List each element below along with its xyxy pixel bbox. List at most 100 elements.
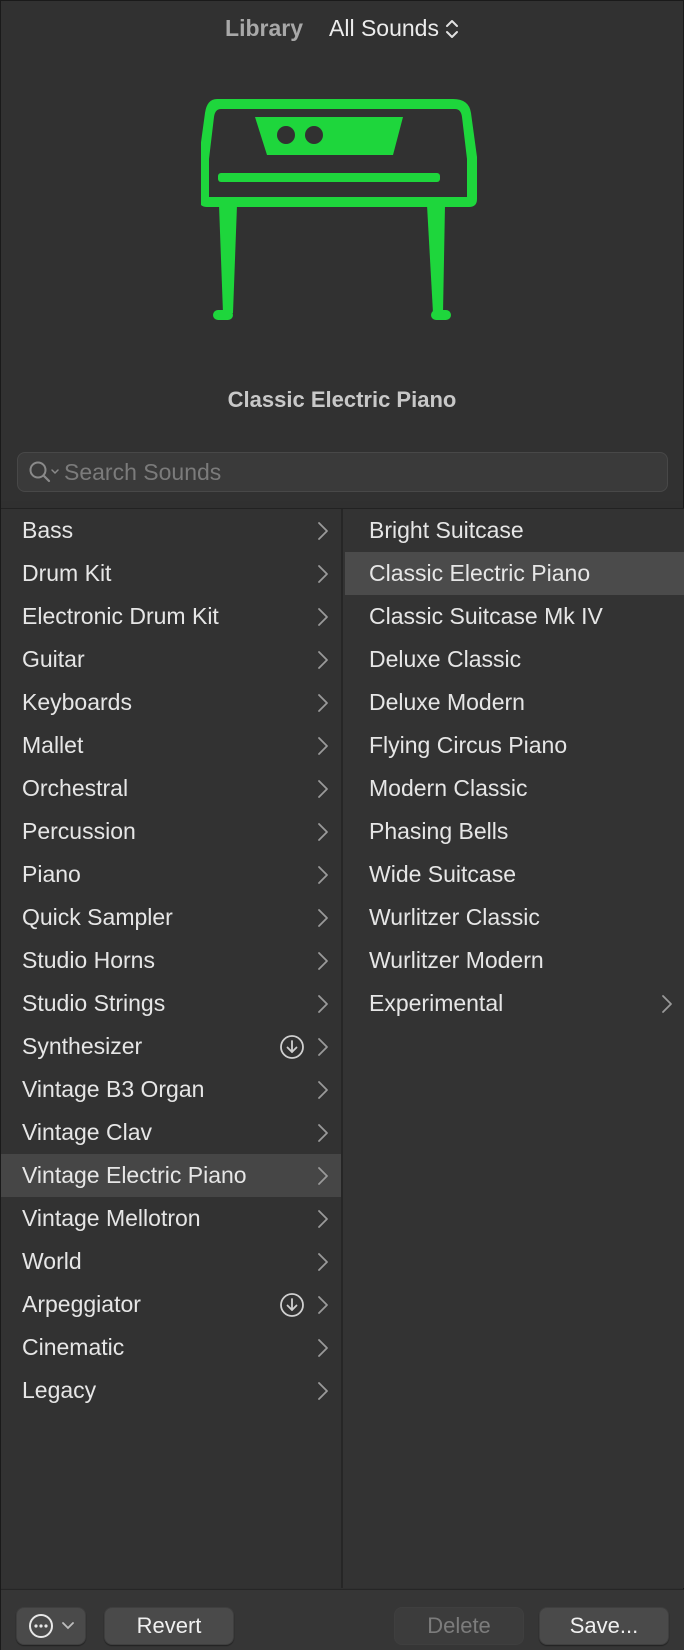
- patch-item[interactable]: Bright Suitcase: [345, 509, 684, 552]
- category-item[interactable]: World: [1, 1240, 341, 1283]
- download-icon[interactable]: [279, 1292, 305, 1318]
- search-menu-button[interactable]: [28, 460, 64, 484]
- chevron-right-icon: [318, 780, 328, 798]
- patch-label: Wurlitzer Modern: [369, 947, 544, 973]
- category-item[interactable]: Vintage Clav: [1, 1111, 341, 1154]
- current-patch-name: Classic Electric Piano: [227, 387, 457, 412]
- category-item[interactable]: Studio Horns: [1, 939, 341, 982]
- patch-item[interactable]: Deluxe Classic: [345, 638, 684, 681]
- category-item[interactable]: Piano: [1, 853, 341, 896]
- category-label: Vintage B3 Organ: [22, 1076, 205, 1102]
- category-label: Piano: [22, 861, 81, 887]
- category-label: Vintage Clav: [22, 1119, 152, 1145]
- patch-label: Bright Suitcase: [369, 517, 524, 543]
- download-icon[interactable]: [279, 1034, 305, 1060]
- patch-folder-item[interactable]: Experimental: [345, 982, 684, 1025]
- search-icon: [29, 461, 59, 483]
- chevron-right-icon: [318, 1210, 328, 1228]
- patch-label: Deluxe Classic: [369, 646, 522, 672]
- title-row: Library All Sounds: [1, 15, 683, 42]
- category-item[interactable]: Mallet: [1, 724, 341, 767]
- category-item[interactable]: Vintage Mellotron: [1, 1197, 341, 1240]
- patch-item[interactable]: Flying Circus Piano: [345, 724, 684, 767]
- chevron-right-icon: [318, 694, 328, 712]
- category-label: Quick Sampler: [22, 904, 173, 930]
- category-label: Vintage Mellotron: [22, 1205, 201, 1231]
- patch-label: Phasing Bells: [369, 818, 509, 844]
- category-item[interactable]: Guitar: [1, 638, 341, 681]
- patch-item[interactable]: Wurlitzer Classic: [345, 896, 684, 939]
- patch-label: Classic Electric Piano: [369, 560, 591, 586]
- sound-browser: Bass Drum Kit Electronic Drum Kit Guitar Key…: [1, 508, 684, 1588]
- chevron-right-icon: [318, 1167, 328, 1185]
- save-button[interactable]: Save...: [539, 1607, 669, 1645]
- category-label: Legacy: [22, 1377, 97, 1403]
- patch-label: Wide Suitcase: [369, 861, 517, 887]
- chevron-right-icon: [318, 823, 328, 841]
- delete-button[interactable]: Delete: [394, 1607, 524, 1645]
- category-item[interactable]: Drum Kit: [1, 552, 341, 595]
- patch-item[interactable]: Modern Classic: [345, 767, 684, 810]
- patch-item[interactable]: Wurlitzer Modern: [345, 939, 684, 982]
- category-label: Synthesizer: [22, 1033, 143, 1059]
- sounds-filter-select[interactable]: All Sounds: [329, 15, 459, 42]
- patch-item[interactable]: Phasing Bells: [345, 810, 684, 853]
- category-label: Drum Kit: [22, 560, 112, 586]
- category-label: Electronic Drum Kit: [22, 603, 219, 629]
- category-item[interactable]: Synthesizer: [1, 1025, 341, 1068]
- category-item[interactable]: Legacy: [1, 1369, 341, 1412]
- category-item[interactable]: Electronic Drum Kit: [1, 595, 341, 638]
- patch-item[interactable]: Classic Suitcase Mk IV: [345, 595, 684, 638]
- revert-button[interactable]: Revert: [104, 1607, 234, 1645]
- chevron-right-icon: [318, 1038, 328, 1056]
- sounds-filter-value: All Sounds: [329, 15, 439, 41]
- category-label: Percussion: [22, 818, 136, 844]
- electric-piano-icon: [201, 99, 477, 320]
- ellipsis-circle-icon: [29, 1614, 53, 1638]
- chevron-right-icon: [318, 866, 328, 884]
- category-item[interactable]: Vintage B3 Organ: [1, 1068, 341, 1111]
- chevron-right-icon: [318, 651, 328, 669]
- patch-label: Experimental: [369, 990, 504, 1016]
- category-label: Keyboards: [22, 689, 132, 715]
- patch-label: Deluxe Modern: [369, 689, 525, 715]
- action-menu-button[interactable]: [16, 1607, 86, 1645]
- chevron-right-icon: [318, 565, 328, 583]
- chevron-right-icon: [318, 522, 328, 540]
- chevron-right-icon: [318, 608, 328, 626]
- category-item[interactable]: Bass: [1, 509, 341, 552]
- chevron-down-icon: [62, 1622, 74, 1630]
- category-label: Arpeggiator: [22, 1291, 141, 1317]
- category-item[interactable]: Keyboards: [1, 681, 341, 724]
- library-panel: Library All Sounds Classic Electric Pian…: [0, 0, 684, 1650]
- category-item[interactable]: Quick Sampler: [1, 896, 341, 939]
- chevron-right-icon: [318, 1081, 328, 1099]
- patch-label: Wurlitzer Classic: [369, 904, 540, 930]
- chevron-right-icon: [662, 995, 672, 1013]
- chevron-right-icon: [318, 1382, 328, 1400]
- category-item[interactable]: Cinematic: [1, 1326, 341, 1369]
- category-label: Studio Horns: [22, 947, 155, 973]
- category-item[interactable]: Orchestral: [1, 767, 341, 810]
- chevron-right-icon: [318, 909, 328, 927]
- category-item[interactable]: Percussion: [1, 810, 341, 853]
- search-input[interactable]: [64, 458, 667, 486]
- patch-item[interactable]: Classic Electric Piano: [345, 552, 684, 595]
- category-label: Mallet: [22, 732, 84, 758]
- up-down-chevron-icon: [445, 19, 458, 38]
- category-label: Orchestral: [22, 775, 129, 801]
- library-label: Library: [225, 15, 303, 41]
- chevron-right-icon: [318, 1339, 328, 1357]
- category-label: Guitar: [22, 646, 85, 672]
- category-item[interactable]: Studio Strings: [1, 982, 341, 1025]
- category-item[interactable]: Arpeggiator: [1, 1283, 341, 1326]
- category-label: Cinematic: [22, 1334, 125, 1360]
- patch-label: Flying Circus Piano: [369, 732, 568, 758]
- category-item[interactable]: Vintage Electric Piano: [1, 1154, 341, 1197]
- patch-item[interactable]: Deluxe Modern: [345, 681, 684, 724]
- search-field[interactable]: [17, 452, 668, 492]
- patch-item[interactable]: Wide Suitcase: [345, 853, 684, 896]
- library-header: Library All Sounds Classic Electric Pian…: [1, 1, 683, 501]
- category-label: World: [22, 1248, 82, 1274]
- footer-bar: Revert Delete Save...: [1, 1589, 684, 1650]
